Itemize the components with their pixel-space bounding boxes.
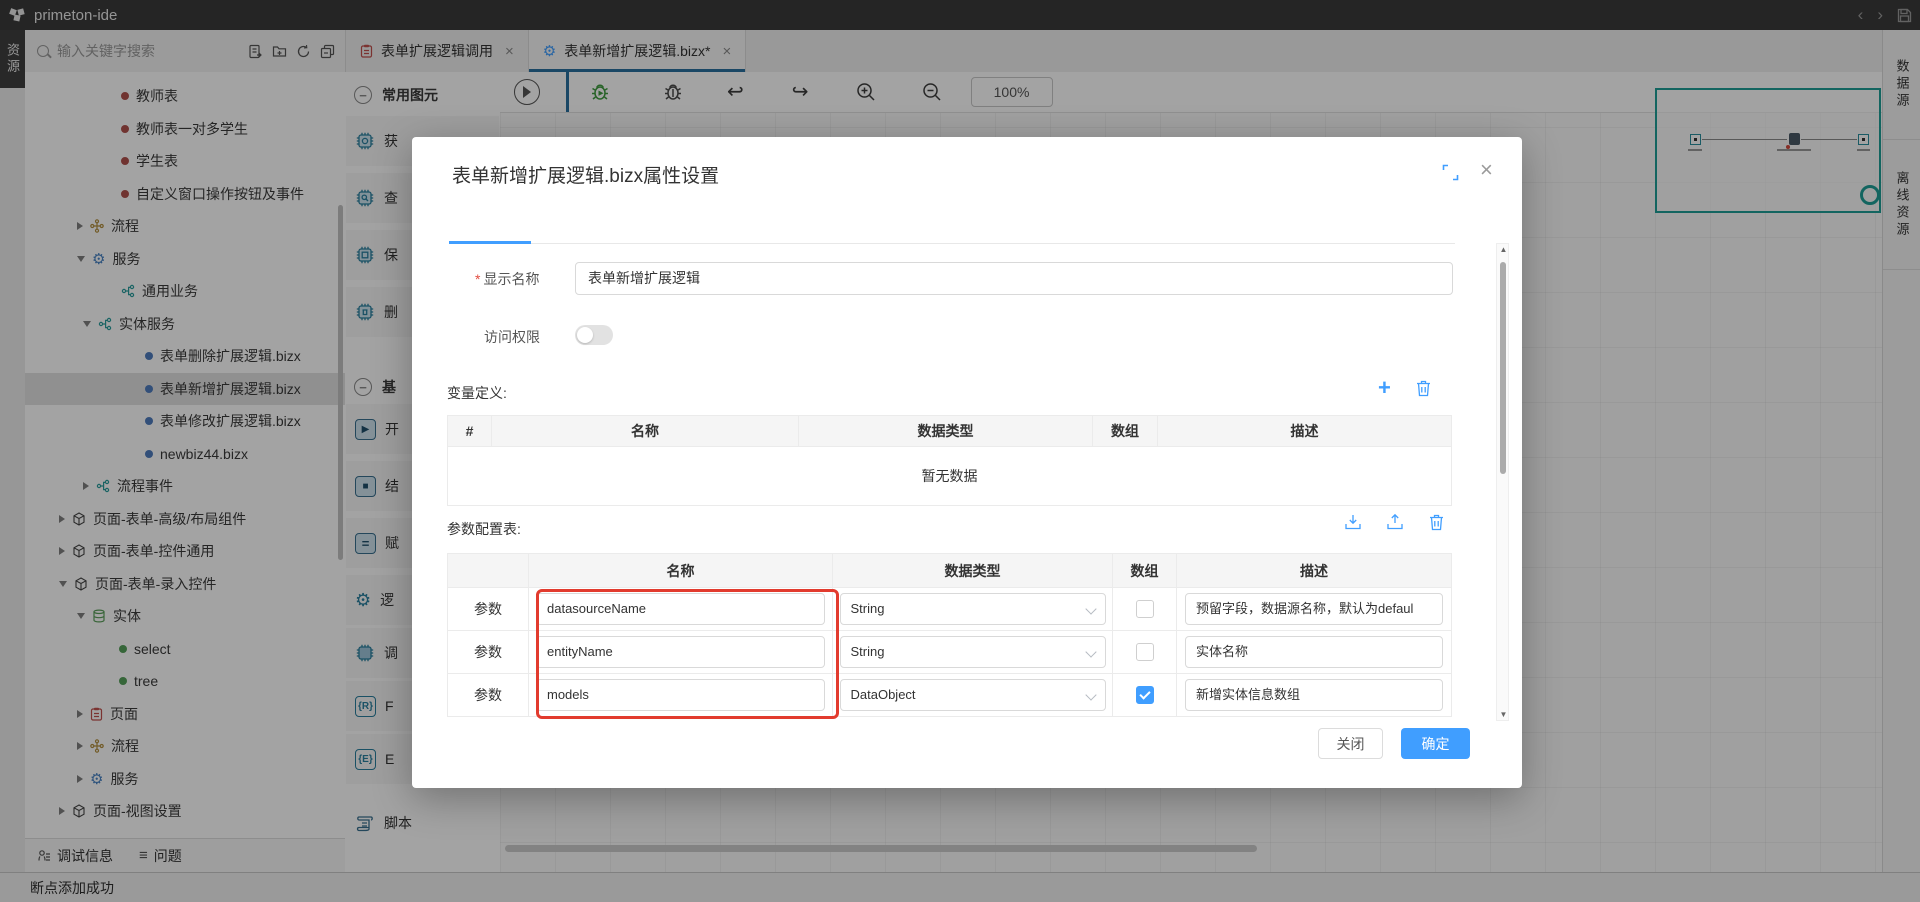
chevron-down-icon (1085, 646, 1096, 657)
access-label: 访问权限 (484, 327, 540, 347)
delete-variable-icon[interactable] (1415, 379, 1432, 397)
param-row: 参数 entityName String 实体名称 (448, 631, 1452, 674)
array-checkbox-checked[interactable] (1136, 686, 1154, 704)
param-desc-input[interactable]: 预留字段，数据源名称，默认为defaul (1185, 593, 1443, 625)
dialog-title: 表单新增扩展逻辑.bizx属性设置 (452, 161, 719, 188)
close-dialog-icon[interactable]: × (1480, 157, 1493, 183)
empty-data-text: 暂无数据 (448, 447, 1452, 506)
confirm-button[interactable]: 确定 (1401, 728, 1470, 759)
param-type-select[interactable]: String (840, 636, 1106, 668)
chevron-down-icon (1085, 689, 1096, 700)
delete-params-icon[interactable] (1428, 513, 1445, 531)
variables-label: 变量定义: (447, 383, 507, 403)
param-row: 参数 datasourceName String 预留字段，数据源名称，默认为d… (448, 588, 1452, 631)
param-name-input[interactable]: entityName (536, 636, 825, 668)
close-button[interactable]: 关闭 (1318, 728, 1383, 759)
param-desc-input[interactable]: 新增实体信息数组 (1185, 679, 1443, 711)
variables-table: # 名称 数据类型 数组 描述 暂无数据 (447, 415, 1452, 506)
access-toggle[interactable] (575, 325, 613, 345)
dialog-scrollbar-thumb[interactable] (1500, 262, 1506, 474)
app-window: primeton-ide ‹ › 资源 输入关键字搜索 教师表 教师表一对多学生… (0, 0, 1920, 902)
array-checkbox[interactable] (1136, 643, 1154, 661)
add-variable-icon[interactable]: + (1378, 377, 1391, 399)
params-label: 参数配置表: (447, 519, 521, 539)
param-name-input[interactable]: datasourceName (536, 593, 825, 625)
param-type-select[interactable]: DataObject (840, 679, 1106, 711)
param-desc-input[interactable]: 实体名称 (1185, 636, 1443, 668)
dialog-active-tab-indicator (449, 241, 531, 244)
scroll-up-icon[interactable]: ▲ (1497, 245, 1510, 254)
param-row: 参数 models DataObject 新增实体信息数组 (448, 674, 1452, 717)
properties-dialog: 表单新增扩展逻辑.bizx属性设置 × ▲ ▼ *显示名称 表单新增扩展逻辑 访… (412, 137, 1522, 788)
display-name-label: *显示名称 (475, 269, 539, 289)
dialog-tab-line (449, 243, 1455, 244)
display-name-input[interactable]: 表单新增扩展逻辑 (575, 262, 1453, 295)
fullscreen-icon[interactable] (1442, 164, 1459, 181)
dialog-scrollbar[interactable]: ▲ ▼ (1496, 243, 1509, 721)
param-type-select[interactable]: String (840, 593, 1106, 625)
params-table: 名称 数据类型 数组 描述 参数 datasourceName String 预… (447, 553, 1452, 717)
import-params-icon[interactable] (1344, 513, 1362, 531)
chevron-down-icon (1085, 603, 1096, 614)
array-checkbox[interactable] (1136, 600, 1154, 618)
export-params-icon[interactable] (1386, 513, 1404, 531)
scroll-down-icon[interactable]: ▼ (1497, 710, 1510, 719)
param-name-input[interactable]: models (536, 679, 825, 711)
